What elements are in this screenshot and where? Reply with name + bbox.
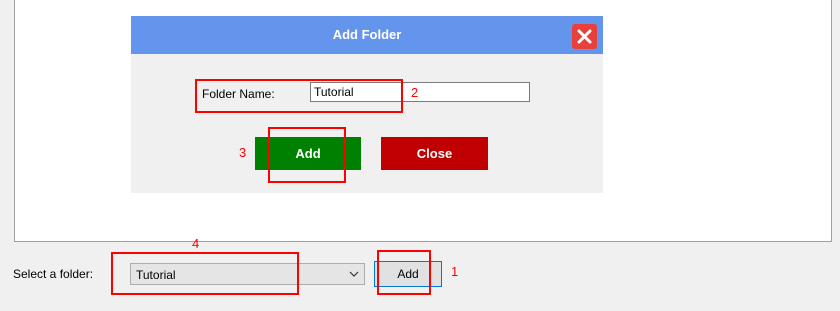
annotation-number-2: 2 bbox=[411, 85, 419, 100]
close-icon bbox=[577, 29, 592, 44]
dialog-titlebar: Add Folder bbox=[131, 16, 603, 54]
annotation-box-4 bbox=[111, 252, 299, 295]
annotation-box-1 bbox=[377, 250, 431, 295]
annotation-box-3 bbox=[268, 127, 346, 183]
annotation-box-2 bbox=[195, 79, 403, 113]
annotation-number-4: 4 bbox=[192, 236, 200, 251]
dialog-close-button[interactable]: Close bbox=[381, 137, 488, 170]
select-folder-label: Select a folder: bbox=[13, 267, 94, 281]
annotation-number-3: 3 bbox=[239, 145, 247, 160]
chevron-down-icon bbox=[349, 271, 359, 277]
dialog-title: Add Folder bbox=[332, 27, 402, 42]
annotation-number-1: 1 bbox=[451, 264, 459, 279]
close-dialog-button[interactable] bbox=[572, 24, 597, 49]
